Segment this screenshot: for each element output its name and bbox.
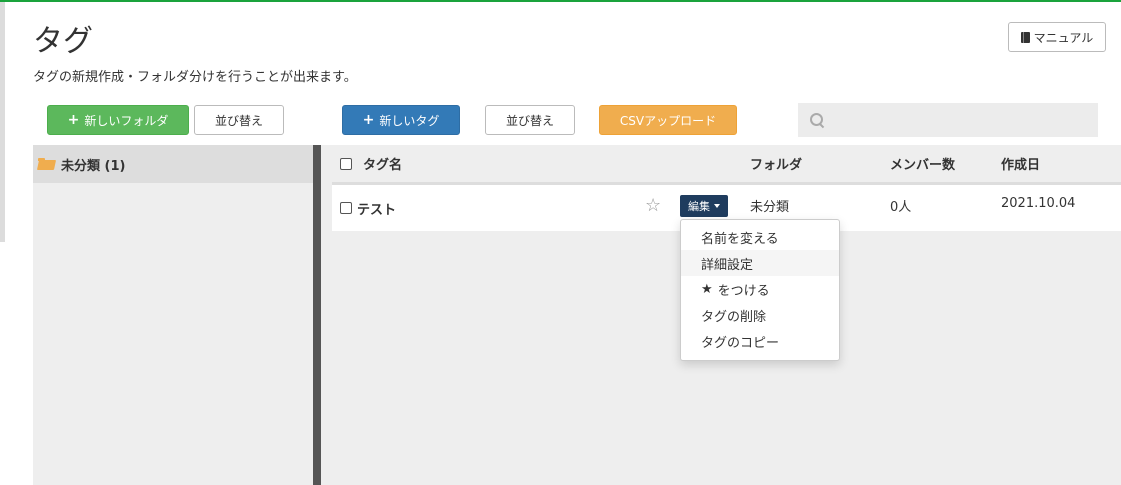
- menu-item-star[interactable]: ★ をつける: [681, 276, 839, 302]
- folder-item-uncategorized[interactable]: 未分類 (1): [33, 145, 313, 183]
- sort-tags-button-label: 並び替え: [505, 113, 554, 128]
- search-icon: [810, 113, 824, 127]
- new-tag-button[interactable]: + 新しいタグ: [342, 105, 460, 135]
- page-subtitle: タグの新規作成・フォルダ分けを行うことが出来ます。: [33, 70, 357, 85]
- select-all-checkbox[interactable]: [340, 157, 352, 170]
- edit-dropdown-button[interactable]: 編集: [680, 195, 728, 217]
- manual-button-label: マニュアル: [1033, 30, 1094, 45]
- new-folder-button-label: 新しいフォルダ: [84, 113, 169, 128]
- csv-upload-button-label: CSVアップロード: [619, 113, 717, 128]
- row-members: 0人: [890, 200, 912, 215]
- folder-panel: 未分類 (1): [33, 145, 313, 485]
- plus-icon: +: [362, 112, 375, 128]
- menu-item-delete[interactable]: タグの削除: [681, 302, 839, 328]
- header-members[interactable]: メンバー数: [890, 145, 955, 182]
- row-checkbox-cell: [340, 185, 352, 231]
- panel-divider[interactable]: [313, 145, 321, 485]
- plus-icon: +: [67, 112, 80, 128]
- row-created: 2021.10.04: [1001, 196, 1076, 211]
- row-tag-name[interactable]: テスト: [357, 185, 396, 231]
- folder-open-icon: [38, 158, 55, 170]
- header-tag-name[interactable]: タグ名: [363, 145, 402, 182]
- sort-tags-button[interactable]: 並び替え: [485, 105, 575, 135]
- menu-item-details[interactable]: 詳細設定: [681, 250, 839, 276]
- top-accent-line: [0, 0, 1121, 2]
- menu-item-label: 名前を変える: [701, 231, 779, 247]
- left-scroll-indicator: [0, 2, 5, 242]
- caret-down-icon: [714, 204, 720, 208]
- header-created[interactable]: 作成日: [1001, 145, 1040, 182]
- menu-item-label: タグの削除: [701, 309, 767, 325]
- folder-item-label: 未分類 (1): [61, 158, 126, 174]
- row-checkbox[interactable]: [340, 202, 352, 214]
- sort-folders-button[interactable]: 並び替え: [194, 105, 284, 135]
- menu-item-label: をつける: [717, 283, 770, 299]
- book-icon: [1020, 31, 1030, 43]
- menu-item-label: 詳細設定: [701, 257, 754, 273]
- csv-upload-button[interactable]: CSVアップロード: [599, 105, 737, 135]
- new-folder-button[interactable]: + 新しいフォルダ: [47, 105, 189, 135]
- menu-item-copy[interactable]: タグのコピー: [681, 328, 839, 354]
- menu-item-rename[interactable]: 名前を変える: [681, 224, 839, 250]
- table-header: タグ名 フォルダ メンバー数 作成日: [332, 145, 1121, 185]
- search-input[interactable]: [838, 103, 1096, 137]
- edit-button-label: 編集: [688, 200, 710, 213]
- new-tag-button-label: 新しいタグ: [379, 113, 440, 128]
- sort-folders-button-label: 並び替え: [214, 113, 263, 128]
- star-filled-icon: ★: [701, 281, 713, 297]
- page-title: タグ: [33, 24, 93, 59]
- star-icon[interactable]: ☆: [645, 195, 661, 216]
- manual-button[interactable]: マニュアル: [1008, 22, 1106, 52]
- select-all-cell: [340, 145, 352, 182]
- header-folder[interactable]: フォルダ: [750, 145, 802, 182]
- edit-dropdown-menu: 名前を変える 詳細設定 ★ をつける タグの削除 タグのコピー: [680, 219, 840, 361]
- menu-item-label: タグのコピー: [701, 335, 780, 351]
